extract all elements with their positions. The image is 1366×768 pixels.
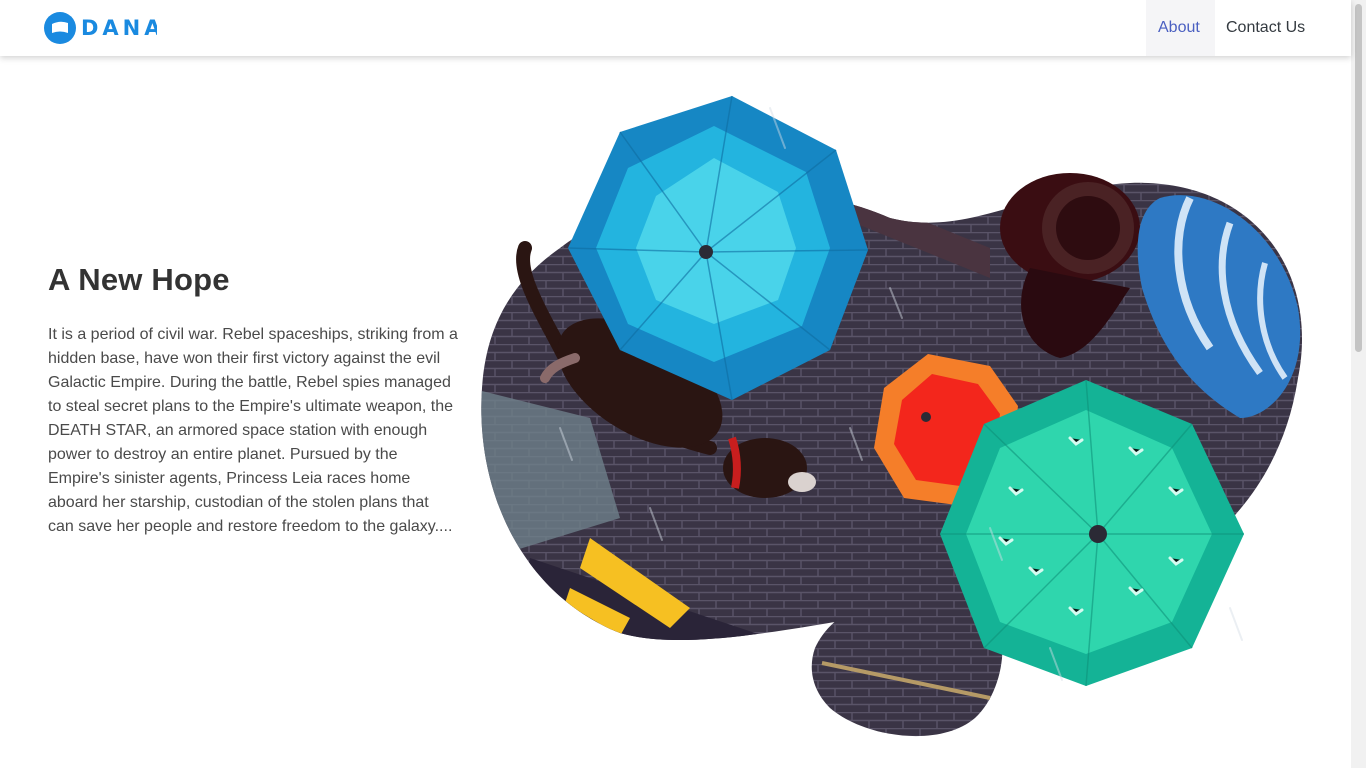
- umbrellas-in-rain-illustration: [481, 95, 1303, 737]
- vertical-scrollbar[interactable]: [1351, 0, 1366, 768]
- hero-paragraph: It is a period of civil war. Rebel space…: [48, 326, 458, 535]
- top-navbar: DANA About Contact Us: [0, 0, 1351, 56]
- dana-logo-icon: [44, 12, 76, 44]
- scrollbar-thumb[interactable]: [1355, 4, 1362, 352]
- hero-title: A New Hope: [48, 262, 230, 297]
- brand-logo-link[interactable]: DANA: [43, 11, 159, 45]
- dana-wordmark: DANA: [81, 16, 157, 40]
- svg-text:DANA: DANA: [81, 16, 157, 40]
- nav-contact-link[interactable]: Contact Us: [1214, 0, 1322, 56]
- nav-about-link[interactable]: About: [1146, 0, 1215, 56]
